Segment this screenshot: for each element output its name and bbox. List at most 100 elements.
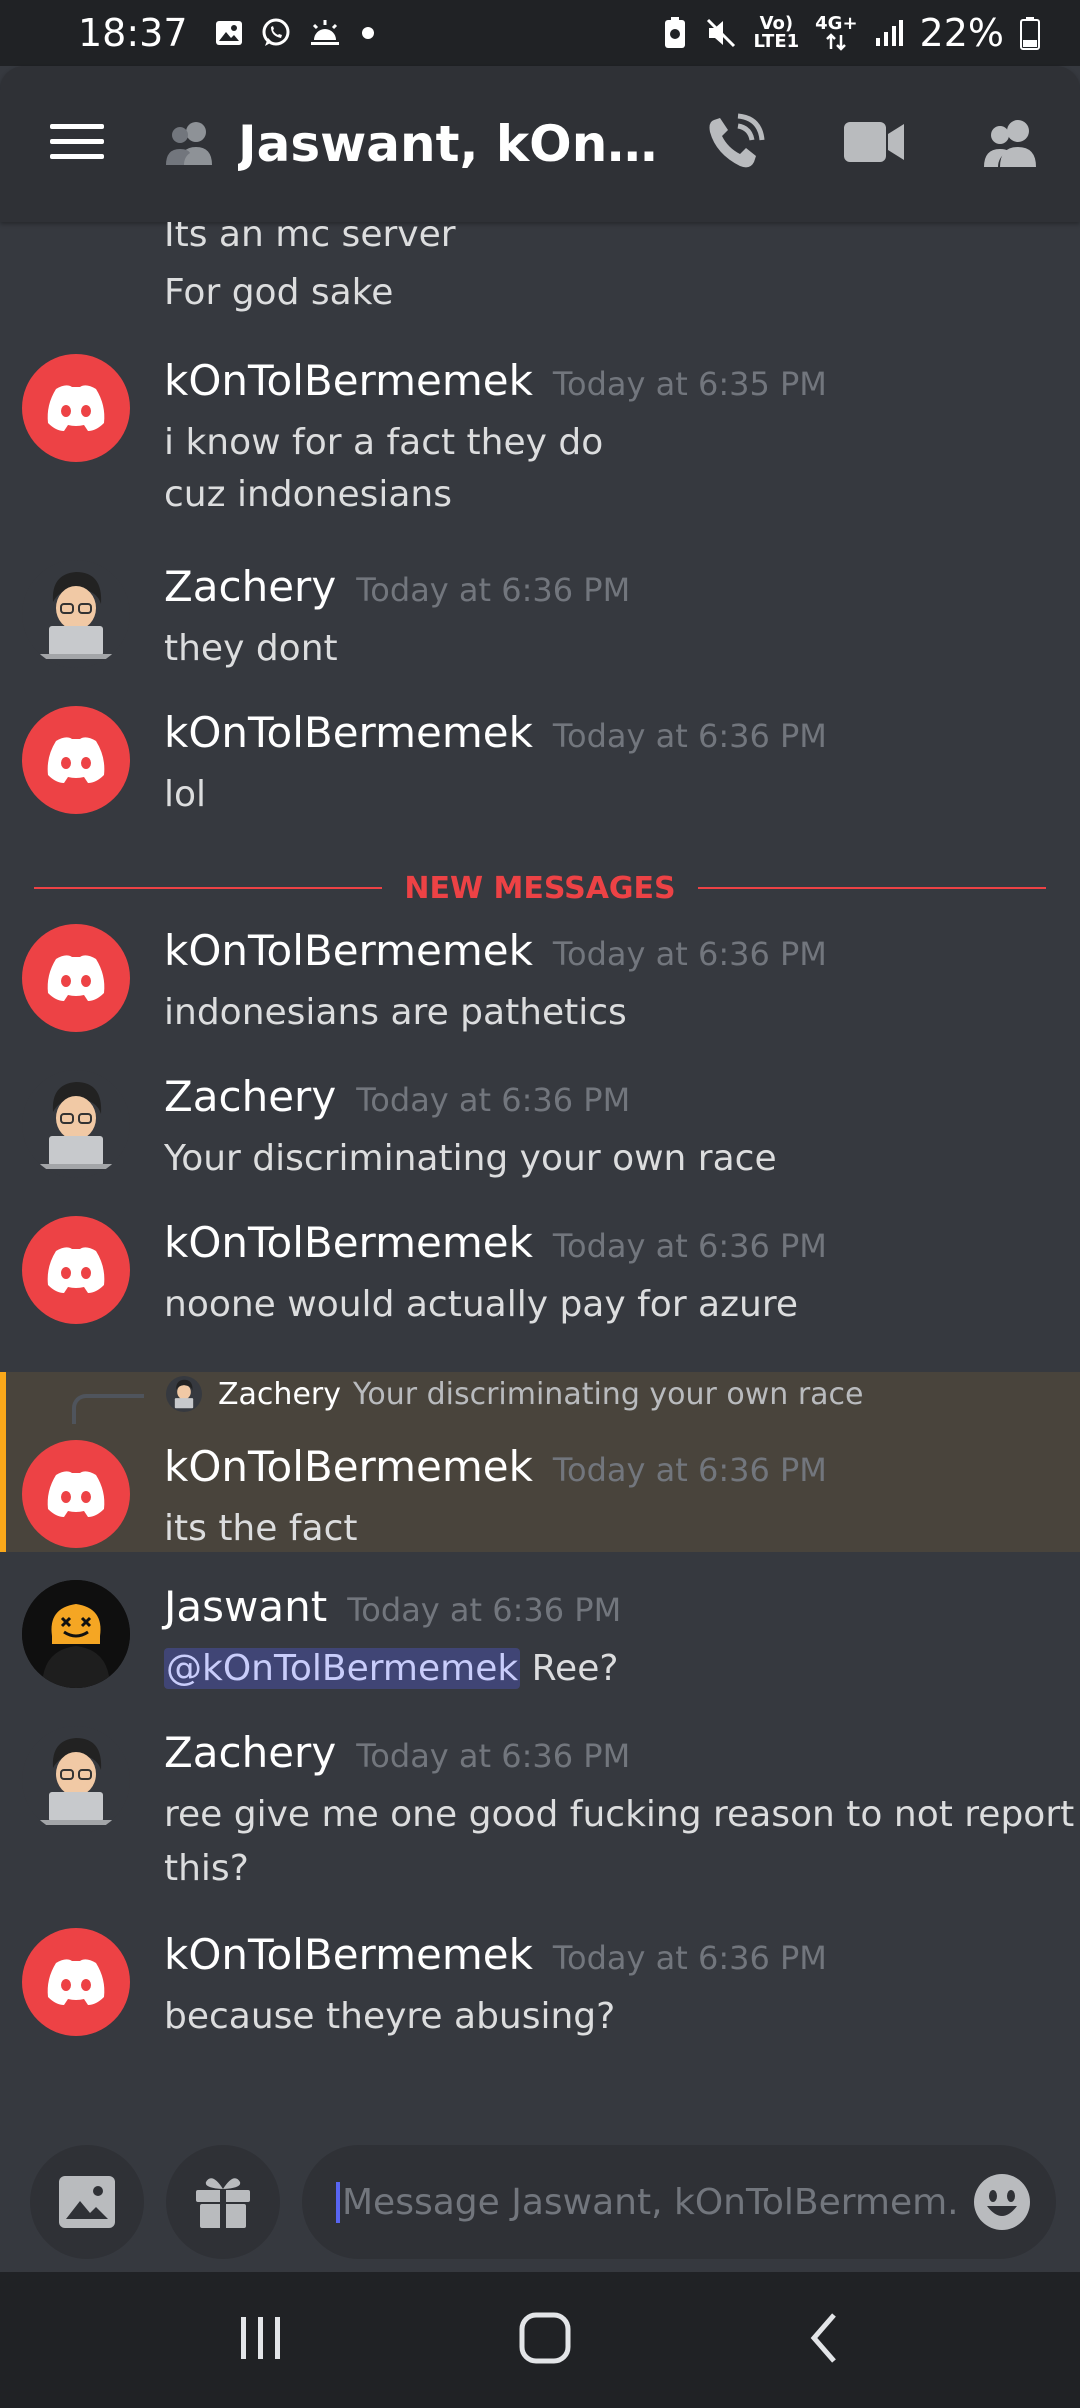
user-avatar-icon: [39, 572, 113, 659]
home-icon[interactable]: [518, 2311, 572, 2369]
username[interactable]: kOnTolBermemek: [164, 356, 533, 405]
avatar[interactable]: [22, 1726, 130, 1834]
signal-icon: [874, 18, 904, 48]
username[interactable]: kOnTolBermemek: [164, 1218, 533, 1267]
username[interactable]: kOnTolBermemek: [164, 1930, 533, 1979]
mute-icon: [704, 16, 738, 50]
user-avatar-icon: [39, 1082, 113, 1169]
hamburger-menu-icon[interactable]: [50, 122, 104, 166]
channel-title-area[interactable]: Jaswant, kOnTol...: [162, 115, 704, 173]
avatar[interactable]: [22, 706, 130, 814]
mobile-data-icon: 4G+: [815, 15, 858, 51]
attach-image-button[interactable]: [30, 2145, 144, 2259]
gift-button[interactable]: [166, 2145, 280, 2259]
new-messages-label: NEW MESSAGES: [404, 870, 676, 906]
weather-icon: [308, 18, 342, 48]
username[interactable]: kOnTolBermemek: [164, 708, 533, 757]
new-messages-divider: NEW MESSAGES: [34, 858, 1047, 918]
reply-preview[interactable]: Zachery Your discriminating your own rac…: [166, 1376, 864, 1412]
reply-avatar: [166, 1376, 202, 1412]
whatsapp-icon: [260, 17, 292, 49]
gallery-icon: [214, 18, 244, 48]
message-text: noone would actually pay for azure: [164, 1284, 798, 1325]
notification-dot-icon: [358, 23, 378, 43]
reply-text: Your discriminating your own race: [353, 1376, 864, 1412]
timestamp: Today at 6:36 PM: [552, 1451, 827, 1489]
message-input[interactable]: [336, 2181, 956, 2223]
status-bar: 18:37 Vo) LTE1 4G+ 22%: [0, 0, 1080, 66]
status-time: 18:37: [78, 11, 188, 55]
username[interactable]: kOnTolBermemek: [164, 1442, 533, 1491]
user-mention[interactable]: @kOnTolBermemek: [164, 1648, 521, 1689]
message-text: @kOnTolBermemek Ree?: [164, 1648, 618, 1689]
timestamp: Today at 6:36 PM: [552, 935, 827, 973]
avatar[interactable]: [22, 560, 130, 668]
divider-line: [34, 887, 383, 889]
message-input-wrapper: [302, 2145, 1056, 2259]
discord-logo-icon: [47, 385, 105, 431]
discord-logo-icon: [47, 955, 105, 1001]
discord-logo-icon: [47, 737, 105, 783]
message-text: Your discriminating your own race: [164, 1138, 777, 1179]
avatar[interactable]: [22, 1070, 130, 1178]
timestamp: Today at 6:36 PM: [347, 1591, 622, 1629]
volte-icon: Vo) LTE1: [753, 13, 800, 52]
avatar[interactable]: [22, 1216, 130, 1324]
message-list[interactable]: Its an mc server For god sake kOnTolBerm…: [0, 222, 1080, 2132]
message-text: Its an mc server: [164, 222, 456, 255]
timestamp: Today at 6:36 PM: [356, 571, 631, 609]
message-composer: [0, 2132, 1080, 2272]
avatar[interactable]: [22, 924, 130, 1032]
message-text-tail: Ree?: [520, 1648, 619, 1689]
gift-icon: [196, 2178, 250, 2228]
timestamp: Today at 6:35 PM: [552, 365, 827, 403]
user-avatar-icon: [174, 1379, 194, 1409]
discord-logo-icon: [47, 1247, 105, 1293]
message-text: i know for a fact they do: [164, 422, 604, 463]
video-call-icon[interactable]: [844, 122, 904, 166]
timestamp: Today at 6:36 PM: [356, 1081, 631, 1119]
system-nav-bar: [0, 2272, 1080, 2408]
message-text: because theyre abusing?: [164, 1996, 616, 2037]
timestamp: Today at 6:36 PM: [552, 1939, 827, 1977]
discord-logo-icon: [47, 1959, 105, 2005]
battery-saver-icon: [662, 16, 688, 50]
emoji-icon[interactable]: [972, 2172, 1032, 2232]
reply-connector: [72, 1394, 144, 1424]
message-text: lol: [164, 774, 207, 815]
recent-apps-icon[interactable]: [236, 2313, 286, 2367]
username[interactable]: kOnTolBermemek: [164, 926, 533, 975]
marshmello-avatar-icon: [22, 1580, 130, 1688]
avatar[interactable]: [22, 1440, 130, 1548]
avatar[interactable]: [22, 1580, 130, 1688]
group-dm-icon: [162, 117, 218, 171]
timestamp: Today at 6:36 PM: [552, 1227, 827, 1265]
discord-logo-icon: [47, 1471, 105, 1517]
message-text: they dont: [164, 628, 338, 669]
username[interactable]: Zachery: [164, 1072, 336, 1121]
message-text: indonesians are pathetics: [164, 992, 627, 1033]
channel-title: Jaswant, kOnTol...: [238, 115, 658, 173]
voice-call-icon[interactable]: [704, 112, 766, 176]
reply-username: Zachery: [218, 1376, 341, 1412]
user-avatar-icon: [39, 1738, 113, 1825]
battery-icon: [1020, 16, 1040, 50]
username[interactable]: Zachery: [164, 1728, 336, 1777]
timestamp: Today at 6:36 PM: [356, 1737, 631, 1775]
message-text: cuz indonesians: [164, 474, 452, 515]
username[interactable]: Jaswant: [164, 1582, 327, 1631]
avatar[interactable]: [22, 354, 130, 462]
timestamp: Today at 6:36 PM: [552, 717, 827, 755]
avatar[interactable]: [22, 1928, 130, 2036]
channel-header: Jaswant, kOnTol...: [0, 66, 1080, 222]
members-icon[interactable]: [982, 117, 1042, 171]
battery-percent: 22%: [919, 11, 1004, 55]
username[interactable]: Zachery: [164, 562, 336, 611]
message-text: ree give me one good fucking reason to n…: [164, 1794, 1075, 1835]
message-text: For god sake: [164, 272, 394, 313]
divider-line: [697, 887, 1047, 889]
message-text: this?: [164, 1848, 249, 1889]
back-icon[interactable]: [804, 2311, 844, 2369]
image-icon: [59, 2176, 115, 2228]
message-text: its the fact: [164, 1508, 358, 1549]
